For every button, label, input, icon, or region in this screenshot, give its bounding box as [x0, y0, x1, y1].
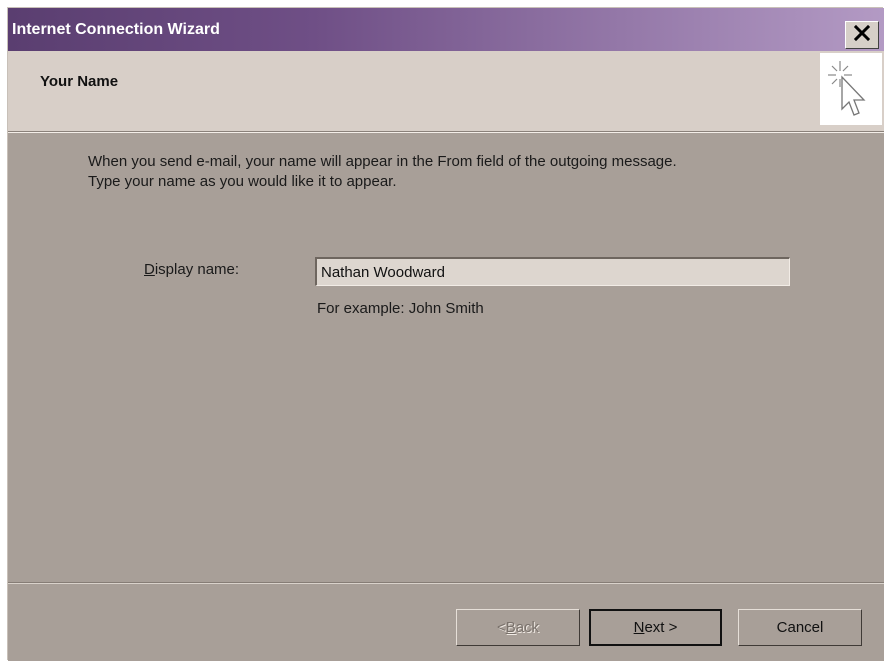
intro-line-2: Type your name as you would like it to a…: [88, 173, 397, 190]
example-text: For example: John Smith: [317, 300, 484, 317]
back-rest: ack: [515, 619, 540, 636]
window-title: Internet Connection Wizard: [12, 21, 220, 38]
back-button[interactable]: < Back: [456, 609, 580, 646]
wizard-header: Your Name: [8, 51, 884, 132]
display-name-input[interactable]: [315, 257, 790, 286]
wizard-cursor-icon: [820, 53, 882, 125]
intro-line-1: When you send e-mail, your name will app…: [88, 153, 677, 170]
wizard-window: Internet Connection Wizard Your Name Whe…: [8, 8, 884, 661]
intro-text: When you send e-mail, your name will app…: [88, 152, 828, 192]
back-prefix: <: [496, 619, 506, 636]
title-bar[interactable]: Internet Connection Wizard: [8, 8, 884, 51]
display-name-label: Display name:: [144, 261, 239, 278]
next-button[interactable]: Next >: [589, 609, 722, 646]
display-name-label-rest: isplay name:: [154, 261, 240, 278]
next-accel: N: [633, 619, 645, 636]
page-title: Your Name: [40, 73, 119, 90]
next-rest: ext >: [644, 619, 678, 636]
footer-divider: [8, 582, 884, 584]
close-button[interactable]: [845, 21, 879, 49]
back-accel: B: [505, 619, 516, 636]
cancel-button[interactable]: Cancel: [738, 609, 862, 646]
close-icon: [853, 24, 871, 47]
display-name-label-accel: D: [144, 261, 155, 278]
